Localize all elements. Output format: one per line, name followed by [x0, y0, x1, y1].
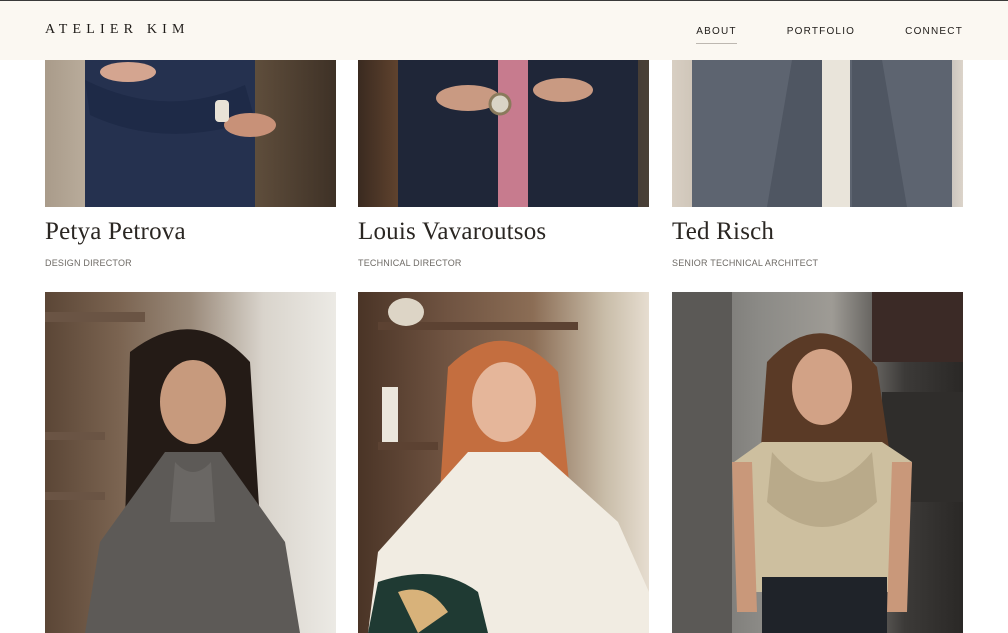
- team-member-name[interactable]: Ted Risch: [672, 218, 774, 246]
- team-photo-petya-petrova: [45, 60, 336, 207]
- team-member-role: DESIGN DIRECTOR: [45, 258, 132, 268]
- team-photo-louis-vavaroutsos: [358, 60, 649, 207]
- team-photo-member-5: [358, 292, 649, 633]
- site-logo[interactable]: ATELIER KIM: [45, 22, 190, 38]
- nav-portfolio-link[interactable]: PORTFOLIO: [787, 26, 855, 44]
- team-photo-ted-risch: [672, 60, 963, 207]
- nav-connect-link[interactable]: CONNECT: [905, 26, 963, 44]
- site-header: ATELIER KIM ABOUT PORTFOLIO CONNECT: [0, 0, 1008, 60]
- team-member-role: TECHNICAL DIRECTOR: [358, 258, 462, 268]
- main-nav: ABOUT PORTFOLIO CONNECT: [696, 26, 963, 44]
- team-member-role: SENIOR TECHNICAL ARCHITECT: [672, 258, 819, 268]
- team-member-name[interactable]: Louis Vavaroutsos: [358, 218, 546, 246]
- team-member-name[interactable]: Petya Petrova: [45, 218, 186, 246]
- team-photo-member-6: [672, 292, 963, 633]
- nav-about-link[interactable]: ABOUT: [696, 26, 738, 44]
- team-photo-member-4: [45, 292, 336, 633]
